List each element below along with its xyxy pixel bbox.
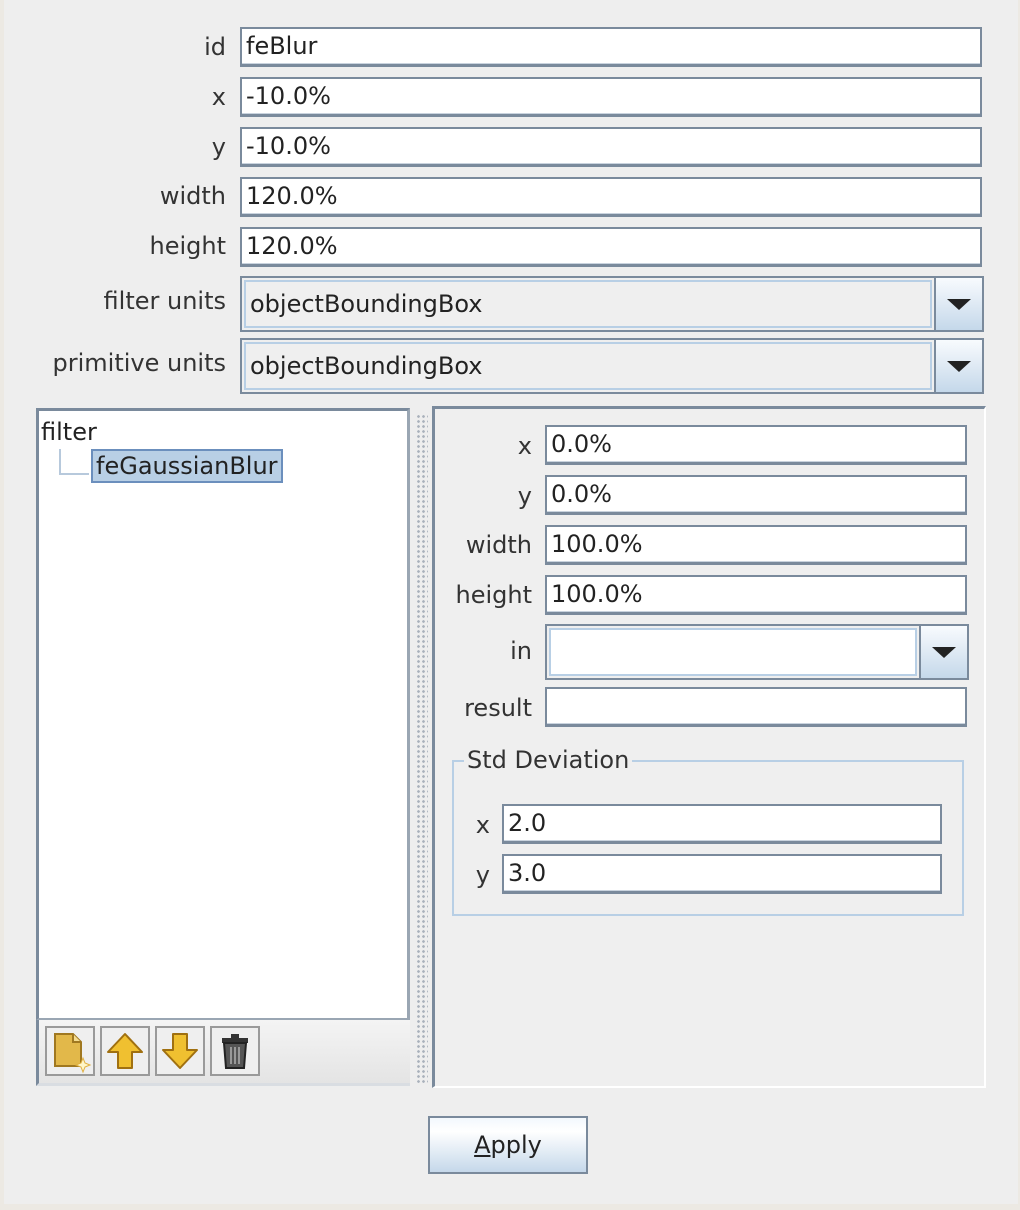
primitive-height-field[interactable]: 100.0%	[545, 575, 967, 615]
height-label: height	[149, 232, 227, 260]
tree-connector	[59, 449, 89, 475]
new-document-icon	[54, 1033, 92, 1074]
in-label: in	[510, 637, 532, 665]
primitive-width-field[interactable]: 100.0%	[545, 525, 967, 565]
primitive-width-label: width	[465, 531, 532, 559]
chevron-down-icon[interactable]	[934, 340, 982, 392]
filter-units-value: objectBoundingBox	[244, 280, 932, 328]
x-label: x	[211, 83, 226, 111]
apply-button[interactable]: Apply	[428, 1116, 588, 1174]
apply-mnemonic: A	[474, 1131, 491, 1159]
trash-icon	[222, 1034, 248, 1069]
primitive-x-label: x	[517, 432, 532, 460]
y-field[interactable]: -10.0%	[240, 127, 982, 167]
height-field[interactable]: 120.0%	[240, 227, 982, 267]
result-field[interactable]	[545, 687, 967, 727]
primitive-y-label: y	[517, 482, 532, 510]
primitive-units-label: primitive units	[52, 349, 227, 377]
std-deviation-title: Std Deviation	[464, 744, 633, 776]
move-up-button[interactable]	[100, 1026, 150, 1076]
primitive-y-field[interactable]: 0.0%	[545, 475, 967, 515]
primitive-tree[interactable]: filter feGaussianBlur	[36, 408, 410, 1020]
arrow-down-icon	[162, 1033, 198, 1069]
std-y-field[interactable]: 3.0	[502, 854, 942, 894]
tree-toolbar	[36, 1020, 410, 1086]
chevron-down-icon[interactable]	[919, 626, 967, 678]
arrow-up-icon	[107, 1033, 143, 1069]
result-label: result	[464, 694, 532, 722]
apply-label: pply	[490, 1131, 542, 1159]
std-y-label: y	[475, 861, 490, 889]
primitive-units-select[interactable]: objectBoundingBox	[240, 338, 984, 394]
x-field[interactable]: -10.0%	[240, 77, 982, 117]
primitive-height-label: height	[455, 581, 533, 609]
new-primitive-button[interactable]	[45, 1026, 95, 1076]
tree-node-fegaussianblur[interactable]: feGaussianBlur	[91, 449, 283, 483]
move-down-button[interactable]	[155, 1026, 205, 1076]
tree-node-filter[interactable]: filter	[41, 417, 97, 447]
width-label: width	[159, 182, 226, 210]
primitive-units-value: objectBoundingBox	[244, 342, 932, 390]
std-x-field[interactable]: 2.0	[502, 804, 942, 844]
chevron-down-icon[interactable]	[934, 278, 982, 330]
width-field[interactable]: 120.0%	[240, 177, 982, 217]
filter-units-select[interactable]: objectBoundingBox	[240, 276, 984, 332]
filter-units-label: filter units	[103, 287, 226, 315]
split-pane-divider[interactable]	[416, 414, 428, 1084]
primitive-x-field[interactable]: 0.0%	[545, 425, 967, 465]
y-label: y	[211, 133, 226, 161]
id-field[interactable]: feBlur	[240, 27, 982, 67]
in-value	[549, 628, 917, 676]
in-select[interactable]	[545, 624, 969, 680]
std-x-label: x	[475, 811, 490, 839]
delete-button[interactable]	[210, 1026, 260, 1076]
id-label: id	[204, 33, 226, 61]
